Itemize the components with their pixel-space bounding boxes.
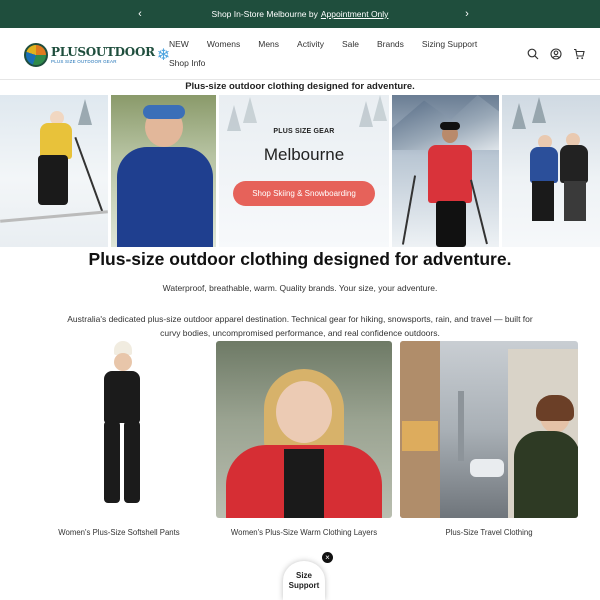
account-icon[interactable] — [549, 47, 563, 61]
nav-sizing-support[interactable]: Sizing Support — [422, 38, 477, 57]
header-icons — [526, 47, 586, 61]
main-nav: NEW Womens Mens Activity Sale Brands Siz… — [160, 38, 505, 76]
nav-sale[interactable]: Sale — [342, 38, 359, 57]
travel-image — [400, 341, 578, 518]
cart-icon[interactable] — [572, 47, 586, 61]
hero-image-skiers-group[interactable] — [502, 95, 600, 247]
hero-city: Melbourne — [263, 145, 345, 164]
hero-image-portrait[interactable] — [111, 95, 216, 247]
appointment-link[interactable]: Appointment Only — [321, 9, 389, 19]
warm-layers-caption: Women's Plus-Size Warm Clothing Layers — [230, 528, 378, 537]
nav-new[interactable]: NEW — [169, 38, 189, 57]
nav-womens[interactable]: Womens — [207, 38, 240, 57]
intro-paragraph: Australia's dedicated plus-size outdoor … — [67, 314, 533, 338]
softshell-pants-caption: Women's Plus-Size Softshell Pants — [58, 528, 180, 537]
nav-mens[interactable]: Mens — [258, 38, 279, 57]
hero-kicker: PLUS SIZE GEAR — [273, 128, 335, 135]
logo-tagline: PLUS SIZE OUTDOOR GEAR — [51, 58, 117, 64]
search-icon[interactable] — [526, 47, 540, 61]
close-icon[interactable]: × — [322, 552, 333, 563]
softshell-pants-image — [34, 341, 204, 518]
chevron-left-icon[interactable]: ‹ — [130, 0, 150, 28]
nav-activity[interactable]: Activity — [297, 38, 324, 57]
site-header: PLUSOUTDOOR PLUS SIZE OUTDOOR GEAR ❄ NEW… — [0, 28, 600, 80]
subheadline: Waterproof, breathable, warm. Quality br… — [162, 283, 438, 293]
announcement-bar: ‹ Shop In-Store Melbourne by Appointment… — [0, 0, 600, 28]
top-tagline: Plus-size outdoor clothing designed for … — [185, 81, 415, 92]
product-card-travel[interactable]: Plus-Size Travel Clothing — [400, 341, 578, 539]
chevron-right-icon[interactable]: › — [457, 0, 477, 28]
product-card-warm-layers[interactable]: Women's Plus-Size Warm Clothing Layers — [216, 341, 392, 539]
warm-layers-image — [216, 341, 392, 518]
hero-banner: PLUS SIZE GEAR Melbourne Shop Skiing & S… — [0, 95, 600, 247]
hero-center-panel: PLUS SIZE GEAR Melbourne Shop Skiing & S… — [219, 95, 389, 247]
logo-mountain-icon — [24, 43, 48, 67]
travel-caption: Plus-Size Travel Clothing — [445, 528, 533, 537]
next-section-heading — [208, 590, 213, 600]
shop-skiing-button[interactable]: Shop Skiing & Snowboarding — [233, 181, 375, 206]
main-headline: Plus-size outdoor clothing designed for … — [88, 249, 512, 269]
nav-shop-info[interactable]: Shop Info — [169, 57, 205, 76]
size-support-button[interactable]: Size Support — [283, 561, 325, 600]
announcement-text: Shop In-Store Melbourne by — [211, 9, 318, 19]
logo-text: PLUSOUTDOOR — [51, 44, 155, 59]
nav-brands[interactable]: Brands — [377, 38, 404, 57]
product-card-softshell-pants[interactable]: Women's Plus-Size Softshell Pants — [34, 341, 204, 539]
hero-image-skier-1[interactable] — [0, 95, 108, 247]
logo[interactable]: PLUSOUTDOOR PLUS SIZE OUTDOOR GEAR ❄ — [24, 40, 170, 70]
hero-image-skier-2[interactable] — [392, 95, 499, 247]
